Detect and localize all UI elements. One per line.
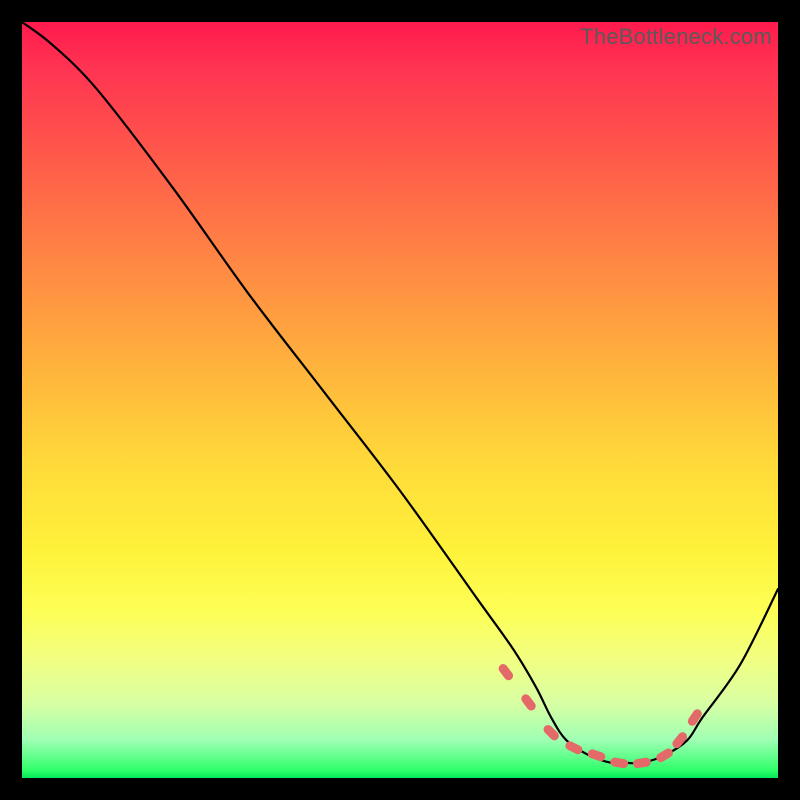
- optimal-range-markers: [497, 662, 704, 769]
- curve-layer: [22, 22, 778, 763]
- marker-dash: [686, 708, 703, 728]
- marker-dash: [520, 693, 538, 713]
- marker-dash: [542, 723, 561, 742]
- chart-svg: [22, 22, 778, 778]
- chart-frame: TheBottleneck.com: [0, 0, 800, 800]
- marker-dash: [610, 757, 629, 769]
- plot-area: TheBottleneck.com: [22, 22, 778, 778]
- marker-dash: [497, 662, 515, 682]
- marker-dash: [655, 747, 675, 764]
- marker-dash: [587, 748, 607, 762]
- marker-dash: [632, 757, 651, 769]
- watermark-text: TheBottleneck.com: [580, 24, 772, 50]
- bottleneck-curve: [22, 22, 778, 763]
